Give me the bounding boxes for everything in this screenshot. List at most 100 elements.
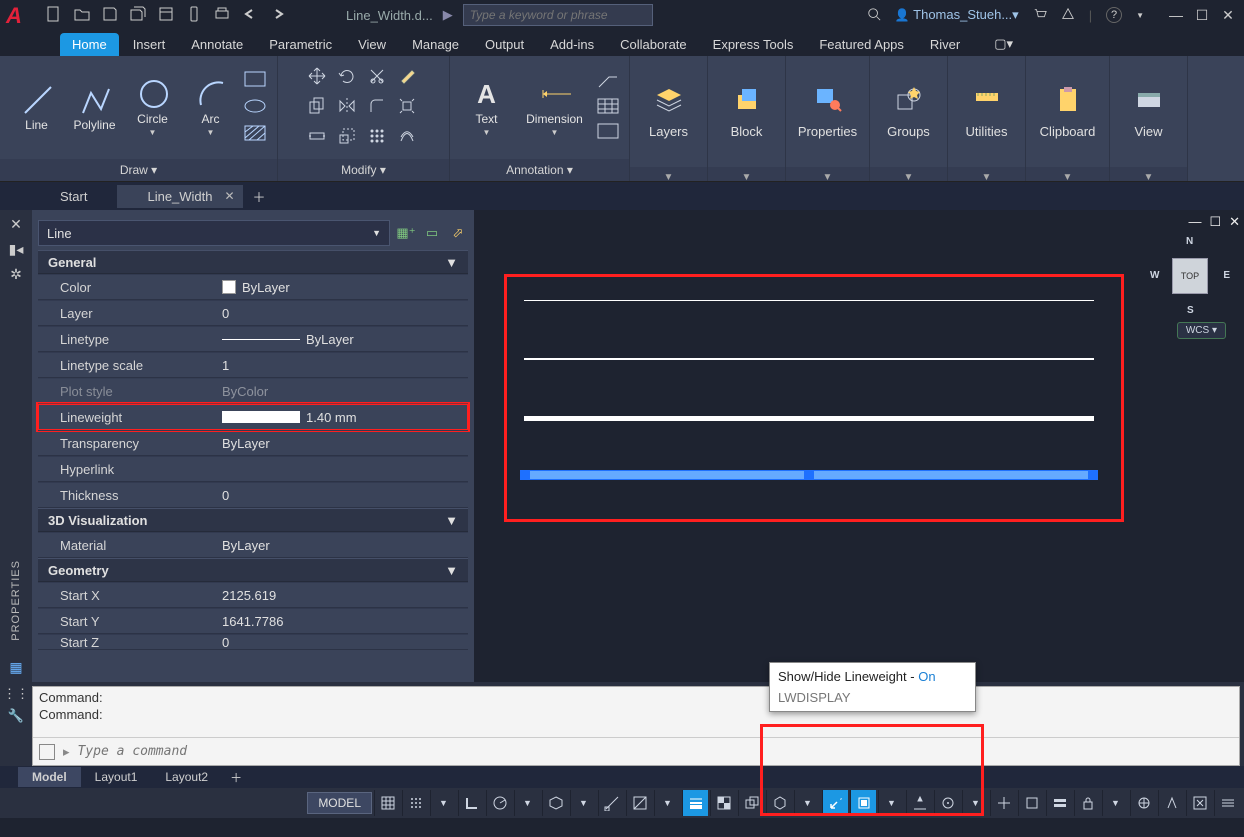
- drawing-canvas[interactable]: — ☐ ✕ N S E W TOP WCS ▾: [474, 210, 1244, 682]
- prop-startx-value[interactable]: 2125.619: [218, 588, 468, 603]
- customization-icon[interactable]: [1214, 790, 1240, 816]
- viewcube-n[interactable]: N: [1186, 236, 1193, 247]
- move-icon[interactable]: [306, 65, 328, 87]
- tab-close-icon[interactable]: ✕: [224, 189, 234, 203]
- tab-express[interactable]: Express Tools: [701, 33, 806, 56]
- wcs-menu[interactable]: WCS ▾: [1177, 322, 1226, 339]
- dimension-button[interactable]: Dimension▼: [519, 78, 591, 137]
- drawn-line-2[interactable]: [524, 358, 1094, 360]
- maximize-button[interactable]: ☐: [1194, 7, 1210, 24]
- mtext-icon[interactable]: [597, 123, 619, 142]
- prop-color-value[interactable]: ByLayer: [218, 280, 468, 295]
- ellipse-icon[interactable]: [243, 97, 267, 118]
- drawn-line-3[interactable]: [524, 416, 1094, 421]
- viewcube-s[interactable]: S: [1187, 305, 1194, 316]
- tab-collaborate[interactable]: Collaborate: [608, 33, 699, 56]
- prop-linetype-value[interactable]: ByLayer: [218, 332, 468, 347]
- panel-icon[interactable]: ▦: [9, 659, 22, 676]
- search-input[interactable]: [463, 4, 653, 26]
- tab-home[interactable]: Home: [60, 33, 119, 56]
- select-objects-icon[interactable]: ▭: [422, 223, 442, 243]
- lock-ui-icon[interactable]: [1074, 790, 1100, 816]
- tab-featured[interactable]: Featured Apps: [807, 33, 916, 56]
- circle-button[interactable]: Circle▼: [127, 78, 179, 137]
- panel-annotation-title[interactable]: Annotation ▾: [450, 159, 629, 181]
- scale-icon[interactable]: [336, 125, 358, 147]
- osnap-tracking-icon[interactable]: [598, 790, 624, 816]
- tab-output[interactable]: Output: [473, 33, 536, 56]
- redo-icon[interactable]: [270, 6, 286, 25]
- ortho-mode-icon[interactable]: [458, 790, 484, 816]
- minimize-button[interactable]: —: [1168, 7, 1184, 24]
- panel-draw-title[interactable]: Draw ▾: [0, 159, 277, 181]
- section-general[interactable]: General▼: [38, 250, 468, 274]
- panel-properties[interactable]: Properties ▼: [786, 56, 870, 181]
- viewport-maximize-icon[interactable]: ☐: [1209, 214, 1221, 230]
- status-model-button[interactable]: MODEL: [307, 792, 372, 814]
- tab-add-button[interactable]: ＋: [243, 183, 276, 210]
- mirror-icon[interactable]: [336, 95, 358, 117]
- tab-overflow-icon[interactable]: ▢▾: [982, 32, 1006, 56]
- open-icon[interactable]: [74, 6, 90, 25]
- prop-lineweight-value[interactable]: 1.40 mm: [218, 410, 468, 425]
- leader-icon[interactable]: [597, 73, 619, 92]
- annotation-monitor-icon[interactable]: [990, 790, 1016, 816]
- lineweight-toggle-icon[interactable]: [682, 790, 708, 816]
- 2d-osnap-icon[interactable]: [626, 790, 652, 816]
- table-icon[interactable]: [597, 98, 619, 117]
- array-icon[interactable]: [366, 125, 388, 147]
- polyline-button[interactable]: Polyline: [69, 84, 121, 132]
- rect-icon[interactable]: [243, 70, 267, 91]
- selection-filtering-icon[interactable]: [850, 790, 876, 816]
- dynamic-ucs-icon[interactable]: [822, 790, 848, 816]
- text-button[interactable]: A Text▼: [461, 78, 513, 137]
- viewcube-top[interactable]: TOP: [1172, 258, 1208, 294]
- prop-startz-value[interactable]: 0: [218, 635, 468, 650]
- tab-view[interactable]: View: [346, 33, 398, 56]
- prop-transparency-value[interactable]: ByLayer: [218, 436, 468, 451]
- hatch-icon[interactable]: [243, 124, 267, 145]
- arc-button[interactable]: Arc▼: [185, 78, 237, 137]
- clean-screen-icon[interactable]: [1186, 790, 1212, 816]
- new-icon[interactable]: [46, 6, 62, 25]
- plot-icon[interactable]: [214, 6, 230, 25]
- copy-icon[interactable]: [306, 95, 328, 117]
- hardware-acceleration-icon[interactable]: [1158, 790, 1184, 816]
- line-button[interactable]: Line: [11, 84, 63, 132]
- tab-parametric[interactable]: Parametric: [257, 33, 344, 56]
- prop-material-value[interactable]: ByLayer: [218, 538, 468, 553]
- undo-icon[interactable]: [242, 6, 258, 25]
- units-icon[interactable]: [1018, 790, 1044, 816]
- trim-icon[interactable]: [366, 65, 388, 87]
- layout-model[interactable]: Model: [18, 767, 81, 787]
- viewcube-w[interactable]: W: [1150, 270, 1159, 281]
- polar-tracking-icon[interactable]: [486, 790, 512, 816]
- grip-mid[interactable]: [804, 470, 814, 480]
- user-menu[interactable]: 👤 Thomas_Stueh...▾: [895, 7, 1019, 23]
- viewport-close-icon[interactable]: ✕: [1229, 214, 1240, 230]
- panel-layers[interactable]: Layers ▼: [630, 56, 708, 181]
- panel-groups[interactable]: Groups ▼: [870, 56, 948, 181]
- panel-modify-title[interactable]: Modify ▾: [278, 159, 449, 181]
- layout-add[interactable]: ＋: [222, 766, 250, 789]
- fillet-icon[interactable]: [366, 95, 388, 117]
- quick-select-icon[interactable]: ▦⁺: [396, 223, 416, 243]
- prop-ltscale-value[interactable]: 1: [218, 358, 468, 373]
- layout-1[interactable]: Layout1: [81, 767, 152, 787]
- viewport-minimize-icon[interactable]: —: [1188, 214, 1201, 230]
- cart-icon[interactable]: [1033, 7, 1047, 24]
- tab-line-width[interactable]: Line_Width✕: [117, 185, 242, 208]
- prop-thickness-value[interactable]: 0: [218, 488, 468, 503]
- isoplane-icon[interactable]: [542, 790, 568, 816]
- offset-icon[interactable]: [396, 125, 418, 147]
- command-input[interactable]: [78, 744, 1233, 759]
- object-type-select[interactable]: Line▼: [38, 220, 390, 246]
- chevron-right-icon[interactable]: ▶: [443, 7, 453, 23]
- selection-cycling-icon[interactable]: [738, 790, 764, 816]
- snap-mode-icon[interactable]: [402, 790, 428, 816]
- help-dropdown-icon[interactable]: ▼: [1136, 11, 1144, 20]
- viewcube[interactable]: N S E W TOP: [1154, 240, 1226, 312]
- erase-icon[interactable]: [396, 65, 418, 87]
- panel-utilities[interactable]: Utilities ▼: [948, 56, 1026, 181]
- isolate-objects-icon[interactable]: [1130, 790, 1156, 816]
